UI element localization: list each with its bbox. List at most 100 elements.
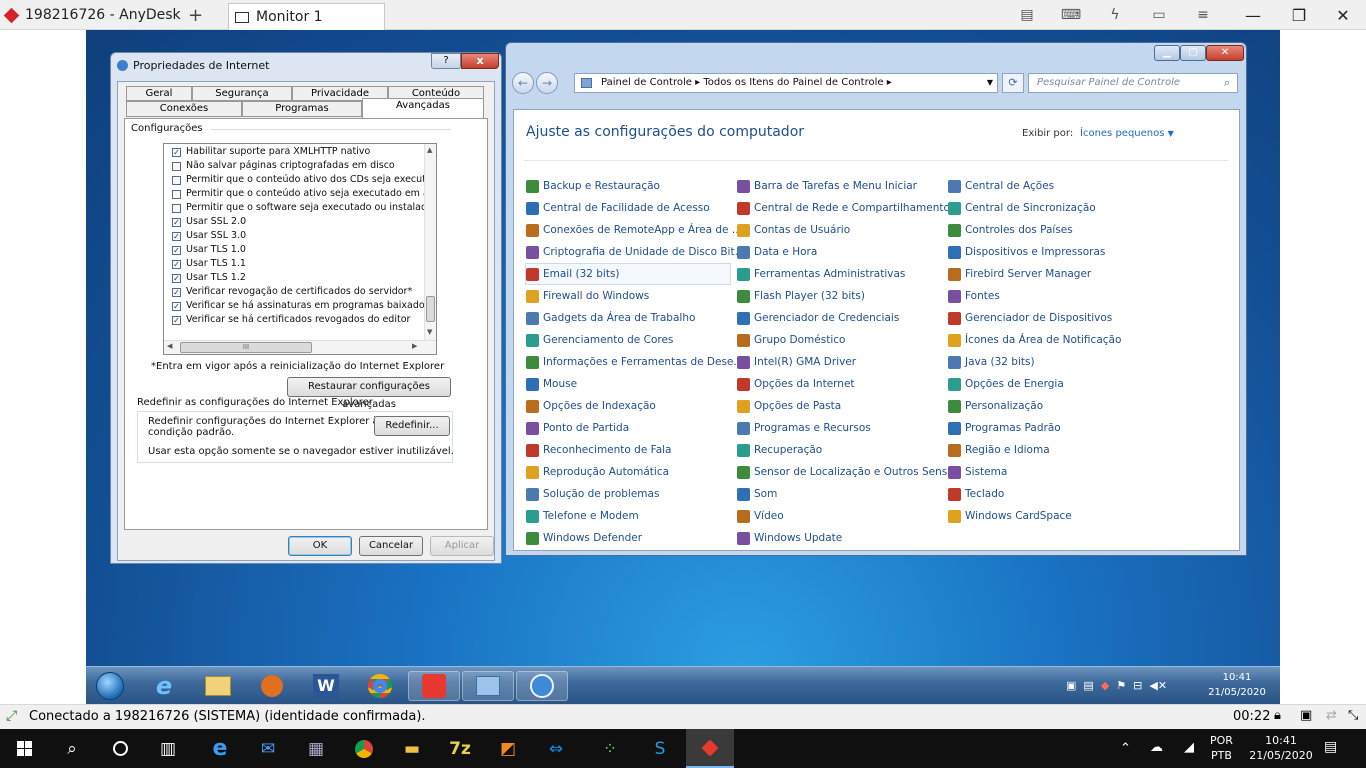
- explorer-icon[interactable]: [192, 671, 244, 701]
- cortana-icon[interactable]: [96, 729, 144, 768]
- cp-item[interactable]: Opções de Energia: [948, 374, 1064, 394]
- cp-item[interactable]: Recuperação: [737, 440, 822, 460]
- cp-item[interactable]: Ponto de Partida: [526, 418, 629, 438]
- settings-listbox[interactable]: ✓ Habilitar suporte para XMLHTTP nativo Nã…: [163, 143, 437, 355]
- cp-item[interactable]: Som: [737, 484, 777, 504]
- minimize-button[interactable]: —: [1230, 0, 1276, 30]
- setting-checkbox[interactable]: ✓: [172, 260, 181, 269]
- setting-checkbox[interactable]: [172, 162, 181, 171]
- setting-label[interactable]: Permitir que o conteúdo ativo seja execu…: [186, 188, 436, 199]
- cp-item[interactable]: Email (32 bits): [525, 263, 731, 285]
- breadcrumb-painel[interactable]: Painel de Controle: [601, 77, 692, 88]
- cp-item[interactable]: Ferramentas Administrativas: [737, 264, 905, 284]
- horizontal-scrollbar[interactable]: ◀ III ▶: [164, 340, 436, 354]
- task-view-icon[interactable]: ▥: [144, 729, 192, 768]
- media-player-icon[interactable]: [246, 671, 298, 701]
- cp-item[interactable]: Opções de Pasta: [737, 396, 841, 416]
- cp-item[interactable]: Teclado: [948, 484, 1004, 504]
- action-icon[interactable]: ϟ: [1106, 6, 1124, 24]
- app-icon[interactable]: ⁘: [586, 729, 634, 768]
- record-icon[interactable]: ▣: [1300, 708, 1312, 723]
- view-by-dropdown[interactable]: Ícones pequenos ▼: [1080, 128, 1174, 139]
- tab-avancadas[interactable]: Avançadas: [362, 98, 484, 120]
- scroll-up-icon[interactable]: ▲: [427, 146, 432, 154]
- scroll-down-icon[interactable]: ▼: [427, 328, 432, 336]
- clock[interactable]: 10:41 21/05/2020: [1244, 733, 1318, 763]
- setting-label[interactable]: Usar TLS 1.1: [186, 258, 246, 269]
- setting-checkbox[interactable]: ✓: [172, 316, 181, 325]
- teamviewer-icon[interactable]: ⇔: [532, 729, 580, 768]
- cp-item[interactable]: Contas de Usuário: [737, 220, 850, 240]
- tab-geral[interactable]: Geral: [126, 86, 192, 101]
- cp-item[interactable]: Gerenciador de Dispositivos: [948, 308, 1112, 328]
- close-button[interactable]: ✕: [1320, 0, 1366, 30]
- search-icon[interactable]: ⌕: [1224, 76, 1230, 90]
- cp-item[interactable]: Firebird Server Manager: [948, 264, 1091, 284]
- cp-item[interactable]: Opções da Internet: [737, 374, 855, 394]
- edge-icon[interactable]: e: [196, 729, 244, 768]
- display-icon[interactable]: ▭: [1150, 6, 1168, 24]
- setting-checkbox[interactable]: [172, 176, 181, 185]
- network-tool-icon[interactable]: ▦: [292, 729, 340, 768]
- start-orb[interactable]: [90, 671, 130, 701]
- remote-clock[interactable]: 10:41 21/05/2020: [1202, 670, 1272, 700]
- cp-item[interactable]: Personalização: [948, 396, 1043, 416]
- setting-checkbox[interactable]: [172, 190, 181, 199]
- notifications-icon[interactable]: ▤: [1324, 739, 1337, 755]
- scroll-thumb[interactable]: [426, 296, 435, 322]
- internet-options-icon[interactable]: [516, 671, 568, 701]
- cp-item[interactable]: Data e Hora: [737, 242, 817, 262]
- tray-app-icon[interactable]: ▣: [1066, 679, 1076, 692]
- chrome-icon[interactable]: [354, 671, 406, 701]
- cp-item[interactable]: Vídeo: [737, 506, 784, 526]
- ok-button[interactable]: OK: [288, 536, 352, 556]
- cp-item[interactable]: Controles dos Países: [948, 220, 1073, 240]
- cp-item[interactable]: Reconhecimento de Fala: [526, 440, 672, 460]
- chrome-icon[interactable]: [340, 729, 388, 768]
- internet-explorer-icon[interactable]: e: [138, 671, 190, 701]
- maximize-button[interactable]: ❐: [1276, 0, 1322, 30]
- cp-item[interactable]: Solução de problemas: [526, 484, 659, 504]
- file-explorer-icon[interactable]: ▬: [388, 729, 436, 768]
- tray-volume-muted-icon[interactable]: ◀✕: [1149, 679, 1167, 692]
- language-indicator[interactable]: POR PTB: [1210, 733, 1233, 763]
- session-tab[interactable]: 198216726 - AnyDesk: [3, 0, 181, 30]
- outlook-icon[interactable]: ◩: [484, 729, 532, 768]
- new-tab-button[interactable]: +: [188, 0, 203, 30]
- cp-maximize-button[interactable]: ▢: [1180, 45, 1206, 61]
- 7zip-icon[interactable]: 7z: [436, 729, 484, 768]
- setting-label[interactable]: Habilitar suporte para XMLHTTP nativo: [186, 146, 370, 157]
- cp-item[interactable]: Central de Ações: [948, 176, 1054, 196]
- tab-conexoes[interactable]: Conexões: [126, 101, 242, 117]
- cp-item[interactable]: Central de Rede e Compartilhamento: [737, 198, 950, 218]
- setting-checkbox[interactable]: ✓: [172, 218, 181, 227]
- wifi-icon[interactable]: ◢: [1184, 740, 1194, 755]
- tray-anydesk-icon[interactable]: ◆: [1101, 679, 1109, 692]
- scroll-right-icon[interactable]: ▶: [412, 342, 417, 350]
- reset-button[interactable]: Redefinir...: [374, 416, 450, 436]
- cp-item[interactable]: Sensor de Localização e Outros Sens...: [737, 462, 957, 482]
- setting-checkbox[interactable]: ✓: [172, 302, 181, 311]
- setting-label[interactable]: Usar SSL 3.0: [186, 230, 246, 241]
- setting-checkbox[interactable]: ✓: [172, 246, 181, 255]
- cancel-button[interactable]: Cancelar: [359, 536, 423, 556]
- remote-desktop[interactable]: Propriedades de Internet ? x Geral Segur…: [86, 30, 1280, 704]
- cp-item[interactable]: Intel(R) GMA Driver: [737, 352, 856, 372]
- cp-item[interactable]: Backup e Restauração: [526, 176, 660, 196]
- setting-label[interactable]: Usar TLS 1.2: [186, 272, 246, 283]
- monitor-tab[interactable]: Monitor 1: [228, 3, 385, 30]
- setting-label[interactable]: Verificar se há certificados revogados d…: [186, 314, 410, 325]
- cp-item[interactable]: Conexões de RemoteApp e Área de ...: [526, 220, 742, 240]
- cp-item[interactable]: Central de Facilidade de Acesso: [526, 198, 710, 218]
- tab-programas[interactable]: Programas: [242, 101, 362, 117]
- skype-icon[interactable]: S: [636, 729, 684, 768]
- mail-icon[interactable]: ✉: [244, 729, 292, 768]
- cp-item[interactable]: Central de Sincronização: [948, 198, 1096, 218]
- setting-checkbox[interactable]: ✓: [172, 148, 181, 157]
- tray-flag-icon[interactable]: ⚑: [1116, 679, 1126, 692]
- anydesk-icon[interactable]: [408, 671, 460, 701]
- setting-checkbox[interactable]: ✓: [172, 274, 181, 283]
- cp-item[interactable]: Windows CardSpace: [948, 506, 1072, 526]
- cp-item[interactable]: Firewall do Windows: [526, 286, 649, 306]
- address-dropdown-icon[interactable]: ▼: [987, 74, 993, 92]
